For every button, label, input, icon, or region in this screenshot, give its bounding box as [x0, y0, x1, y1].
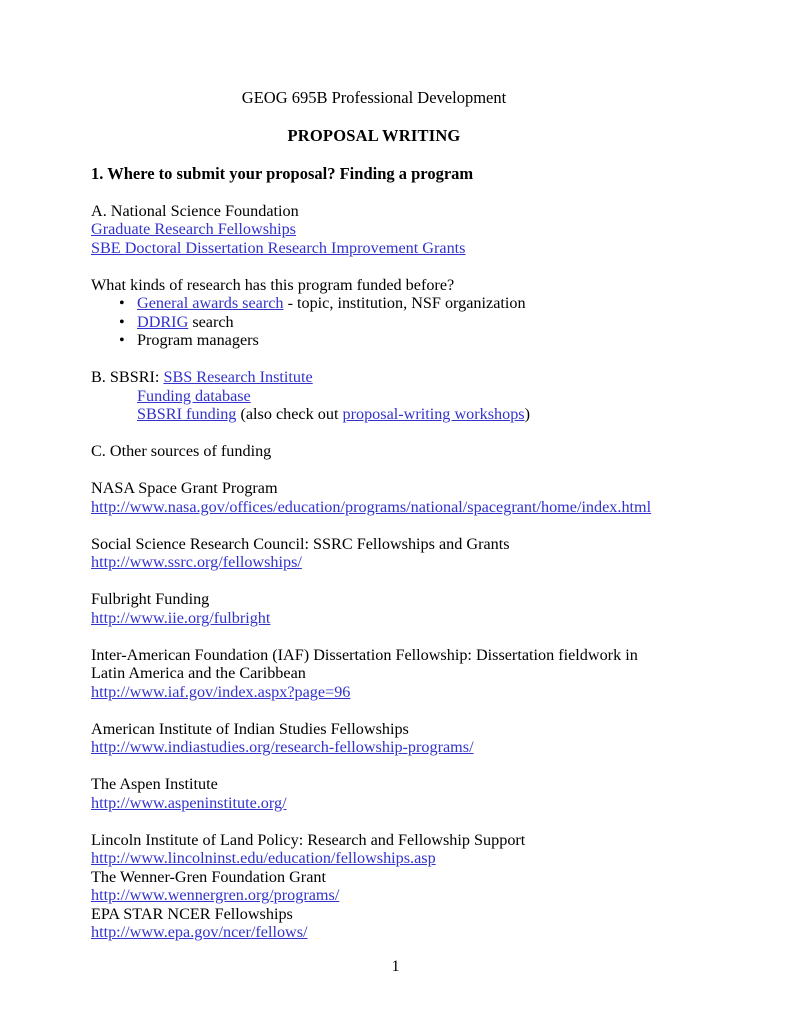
document-body: GEOG 695B Professional Development PROPO… — [91, 88, 657, 942]
part-b-mid-text: (also check out — [236, 405, 343, 423]
funding-entry-url-row: http://www.aspeninstitute.org/ — [91, 794, 657, 813]
part-a-question: What kinds of research has this program … — [91, 275, 455, 294]
link-sbs-research-institute[interactable]: SBS Research Institute — [163, 368, 312, 386]
link-url[interactable]: http://www.lincolninst.edu/education/fel… — [91, 849, 436, 867]
funding-entry-name: The Aspen Institute — [91, 775, 218, 793]
list-item-text: Program managers — [137, 331, 259, 349]
link-url[interactable]: http://www.iie.org/fulbright — [91, 609, 270, 627]
funding-entry: Social Science Research Council: SSRC Fe… — [91, 535, 657, 572]
funding-entry-name: American Institute of Indian Studies Fel… — [91, 719, 409, 738]
bullet-icon: • — [119, 294, 125, 312]
link-proposal-writing-workshops[interactable]: proposal-writing workshops — [343, 405, 525, 423]
link-ddrig[interactable]: DDRIG — [137, 313, 188, 331]
document-title: GEOG 695B Professional Development — [241, 88, 507, 107]
link-sbsri-funding[interactable]: SBSRI funding — [137, 405, 236, 423]
funding-entry: NASA Space Grant Program http://www.nasa… — [91, 479, 657, 516]
part-b-prefix: B. SBSRI: — [91, 368, 164, 386]
funding-entry-url-row: http://www.epa.gov/ncer/fellows/ — [91, 923, 657, 942]
funding-entry: The Aspen Institute http://www.aspeninst… — [91, 775, 657, 812]
part-a-link-row-1: Graduate Research Fellowships — [91, 220, 657, 239]
list-item-text: - topic, institution, NSF organization — [283, 294, 526, 312]
link-url[interactable]: http://www.epa.gov/ncer/fellows/ — [91, 923, 308, 941]
funding-entry: American Institute of Indian Studies Fel… — [91, 720, 657, 757]
bullet-icon: • — [119, 312, 125, 331]
link-url[interactable]: http://www.indiastudies.org/research-fel… — [91, 738, 474, 756]
funding-entry-name: Social Science Research Council: SSRC Fe… — [91, 534, 510, 553]
link-url[interactable]: http://www.wennergren.org/programs/ — [91, 886, 339, 904]
funding-entry-url-row: http://www.nasa.gov/offices/education/pr… — [91, 498, 657, 517]
list-item: • Program managers — [91, 331, 657, 350]
part-a-bullet-list: • General awards search - topic, institut… — [91, 294, 657, 350]
list-item: • General awards search - topic, institut… — [91, 294, 657, 313]
page-number: 1 — [391, 957, 400, 975]
part-b-sub-row-1: Funding database — [91, 387, 657, 406]
link-sbe-ddrig[interactable]: SBE Doctoral Dissertation Research Impro… — [91, 239, 465, 257]
funding-entry: Inter-American Foundation (IAF) Disserta… — [91, 646, 657, 702]
part-c-label: C. Other sources of funding — [91, 442, 272, 460]
funding-entry-url-row: http://www.wennergren.org/programs/ — [91, 886, 657, 905]
part-a-link-row-2: SBE Doctoral Dissertation Research Impro… — [91, 239, 657, 258]
document-page: GEOG 695B Professional Development PROPO… — [0, 0, 791, 1024]
funding-entry-url-row: http://www.iie.org/fulbright — [91, 609, 657, 628]
link-url[interactable]: http://www.nasa.gov/offices/education/pr… — [91, 498, 651, 516]
funding-entry-name: Inter-American Foundation (IAF) Disserta… — [91, 645, 642, 683]
bullet-icon: • — [119, 331, 125, 349]
list-item: • DDRIG search — [91, 313, 657, 332]
funding-entry-url-row: http://www.iaf.gov/index.aspx?page=96 — [91, 683, 657, 702]
link-url[interactable]: http://www.aspeninstitute.org/ — [91, 794, 287, 812]
funding-entry-url-row: http://www.indiastudies.org/research-fel… — [91, 738, 657, 757]
funding-entry-name: Lincoln Institute of Land Policy: Resear… — [91, 830, 526, 849]
funding-entry-name: The Wenner-Gren Foundation Grant — [91, 867, 326, 886]
funding-entry-name: NASA Space Grant Program — [91, 479, 278, 497]
section-heading-1: 1. Where to submit your proposal? Findin… — [91, 164, 474, 183]
part-b-label: B. SBSRI: SBS Research Institute — [91, 368, 657, 387]
part-a-label: A. National Science Foundation — [91, 201, 299, 220]
link-graduate-research-fellowships[interactable]: Graduate Research Fellowships — [91, 220, 296, 238]
funding-entry-url-row: http://www.lincolninst.edu/education/fel… — [91, 849, 657, 868]
link-url[interactable]: http://www.ssrc.org/fellowships/ — [91, 553, 302, 571]
link-funding-database[interactable]: Funding database — [137, 387, 251, 405]
funding-entry-name: EPA STAR NCER Fellowships — [91, 904, 293, 923]
link-general-awards-search[interactable]: General awards search — [137, 294, 284, 312]
funding-entry-name: Fulbright Funding — [91, 590, 210, 608]
link-url[interactable]: http://www.iaf.gov/index.aspx?page=96 — [91, 683, 350, 701]
part-b-end-text: ) — [524, 405, 530, 423]
funding-entry: Lincoln Institute of Land Policy: Resear… — [91, 831, 657, 942]
part-b-sub-row-2: SBSRI funding (also check out proposal-w… — [91, 405, 657, 424]
list-item-text: search — [188, 312, 234, 331]
funding-entry-url-row: http://www.ssrc.org/fellowships/ — [91, 553, 657, 572]
document-subtitle: PROPOSAL WRITING — [287, 126, 461, 145]
funding-entry: Fulbright Funding http://www.iie.org/ful… — [91, 590, 657, 627]
